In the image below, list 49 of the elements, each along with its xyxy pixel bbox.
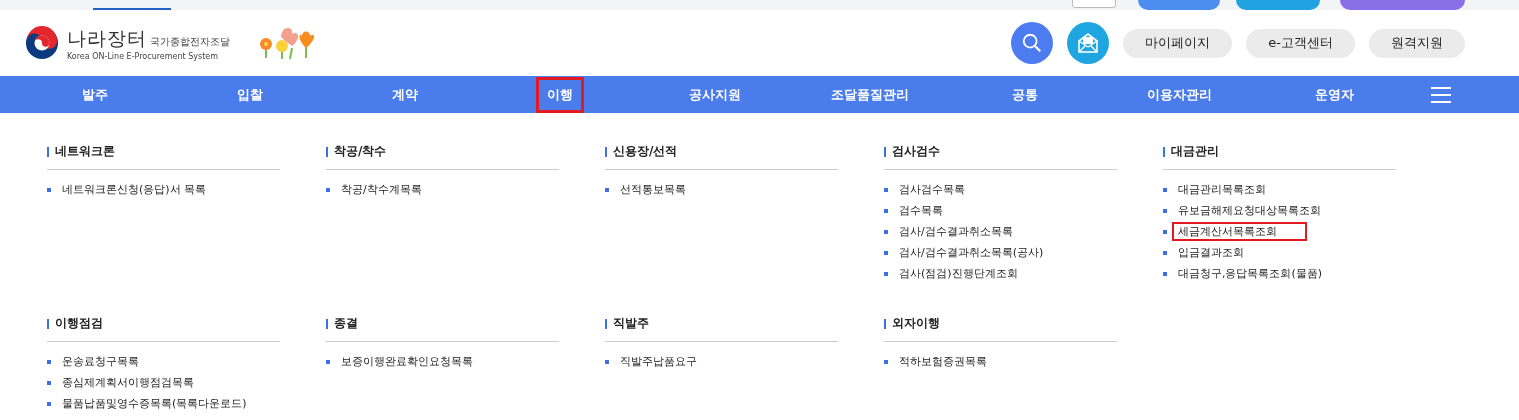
menu-icon[interactable]: [1431, 87, 1451, 103]
section-title: 외자이행: [892, 315, 940, 332]
mail-button[interactable]: [1067, 22, 1110, 64]
menu-link[interactable]: 유보금해제요청대상목록조회: [1172, 201, 1327, 220]
section-title: 대금관리: [1171, 143, 1219, 160]
menu-link[interactable]: 네트워크론신청(응답)서 목록: [56, 180, 213, 199]
section-title: 착공/착수: [334, 143, 387, 160]
menu-link[interactable]: 선적통보목록: [614, 180, 692, 199]
nav-tab[interactable]: 계약: [380, 76, 429, 113]
nav-tab[interactable]: 공사지원: [677, 76, 752, 113]
section-title: 직발주: [613, 315, 649, 332]
menu-link[interactable]: 착공/착수계목록: [335, 180, 428, 199]
nav-tab[interactable]: 입찰: [225, 76, 274, 113]
menu-link[interactable]: 검사검수목록: [893, 180, 971, 199]
section-title: 신용장/선적: [613, 143, 678, 160]
menu-link[interactable]: 대금관리목록조회: [1172, 180, 1272, 199]
nav-tab[interactable]: 공통: [1000, 76, 1049, 113]
menu-link[interactable]: 적하보험증권목록: [893, 352, 993, 371]
menu-link[interactable]: 종심제계획서이행점검목록: [56, 373, 200, 392]
nav-tab[interactable]: 이용자관리: [1136, 76, 1223, 113]
section-title: 검사검수: [892, 143, 940, 160]
menu-link[interactable]: 검사/검수결과취소목록(공사): [893, 243, 1050, 262]
logo-title: 나라장터: [67, 25, 147, 51]
header-button[interactable]: e-고객센터: [1246, 28, 1355, 58]
menu-link[interactable]: 입금결과조회: [1172, 243, 1250, 262]
nav-tab[interactable]: 운영자: [1304, 76, 1365, 113]
search-button[interactable]: [1011, 22, 1054, 64]
header-button[interactable]: 마이페이지: [1123, 28, 1233, 58]
menu-link[interactable]: 대금청구,응답목록조회(물품): [1172, 264, 1329, 283]
menu-link[interactable]: 보증이행완료확인요청목록: [335, 352, 479, 371]
nav-tab[interactable]: 이행: [535, 76, 584, 113]
emblem-icon: [25, 26, 59, 60]
menu-link[interactable]: 물품납품및영수증목록(목록다운로드): [56, 394, 253, 413]
menu-link[interactable]: 직발주납품요구: [614, 352, 703, 371]
nav-tab[interactable]: 발주: [70, 76, 119, 113]
menu-link[interactable]: 검수목록: [893, 201, 949, 220]
envelope-icon: [1076, 31, 1101, 55]
menu-link[interactable]: 검사(점검)진행단계조회: [893, 264, 1024, 283]
section-title: 이행점검: [55, 315, 103, 332]
search-icon: [1021, 32, 1044, 54]
nav-tab[interactable]: 조달품질관리: [819, 76, 920, 113]
header-button[interactable]: 원격지원: [1369, 28, 1465, 58]
logo-subtitle: 국가종합전자조달: [150, 34, 230, 49]
section-title: 종결: [334, 315, 358, 332]
section-title: 네트워크론: [55, 143, 115, 160]
menu-link[interactable]: 검사/검수결과취소목록: [893, 222, 1019, 241]
logo-english: Korea ON-Line E-Procurement System: [67, 51, 220, 61]
menu-link[interactable]: 세금계산서목록조회: [1172, 222, 1307, 241]
menu-link[interactable]: 운송료청구목록: [56, 352, 145, 371]
